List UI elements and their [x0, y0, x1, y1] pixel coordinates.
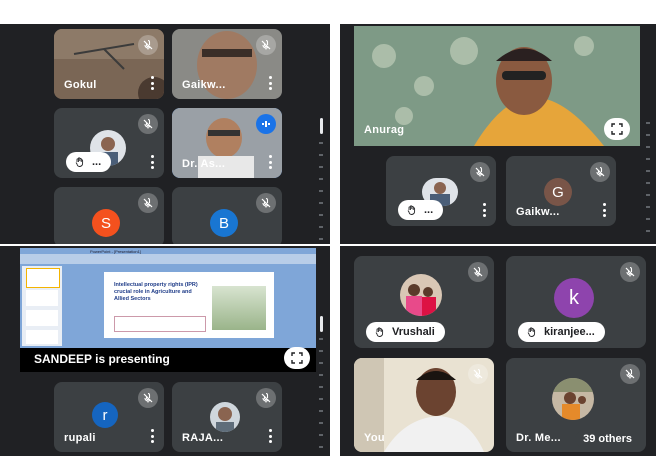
others-count-badge[interactable]: 39 others: [575, 431, 640, 447]
participant-tile-gaikw[interactable]: G Gaikw...: [506, 156, 616, 226]
participant-tile-gaikw[interactable]: Gaikw...: [172, 29, 282, 99]
participant-name: RAJA...: [182, 432, 224, 444]
participant-name: ...: [424, 204, 434, 216]
slide-image: [212, 286, 266, 330]
hand-icon: [75, 157, 84, 167]
participant-name: kiranjee...: [544, 326, 595, 338]
mic-off-icon: [256, 388, 276, 408]
avatar: B: [210, 209, 238, 237]
participant-tile-anurag[interactable]: Anurag: [354, 26, 640, 146]
presenting-label: SANDEEP is presenting: [34, 352, 170, 366]
mic-off-icon: [468, 364, 488, 384]
mic-off-icon: [468, 262, 488, 282]
scroll-track: [646, 122, 650, 234]
participant-tile-s[interactable]: S: [54, 187, 164, 244]
avatar: [552, 378, 594, 420]
grid-top-right: Anurag ... G Gaikw...: [340, 24, 656, 244]
participant-name: Dr. Me...: [516, 432, 561, 444]
slide-thumbnail: [26, 310, 58, 326]
more-options-icon[interactable]: [150, 429, 154, 443]
avatar: r: [92, 402, 118, 428]
slide-thumbnail: [26, 290, 58, 306]
avatar: G: [544, 178, 572, 206]
more-options-icon[interactable]: [150, 155, 154, 169]
raised-hand-badge: kiranjee...: [518, 322, 605, 342]
mic-off-icon: [620, 262, 640, 282]
participant-name: Gokul: [64, 79, 97, 91]
slide-thumbnail: [26, 330, 58, 344]
mic-off-icon: [138, 388, 158, 408]
fullscreen-icon[interactable]: [284, 347, 310, 369]
mic-off-icon: [138, 193, 158, 213]
mic-off-icon: [256, 193, 276, 213]
grid-bottom-right: Vrushali k kiranjee... You Dr. Me... 39 …: [340, 246, 656, 456]
more-options-icon[interactable]: [268, 76, 272, 90]
participant-tile-vrushali[interactable]: Vrushali: [354, 256, 494, 348]
hand-icon: [527, 327, 536, 337]
avatar: k: [554, 278, 594, 318]
participant-tile-gokul[interactable]: Gokul: [54, 29, 164, 99]
participant-name: Anurag: [364, 124, 405, 136]
grid-bottom-left: PowerPoint - [Presentation1] Intellectua…: [0, 246, 330, 456]
mic-off-icon: [256, 35, 276, 55]
grid-top-left: Gokul Gaikw... ... Dr. As... S B: [0, 24, 330, 244]
participant-tile-raja[interactable]: RAJA...: [172, 382, 282, 452]
participant-name: You: [364, 432, 385, 444]
participant-name: Gaikw...: [182, 79, 226, 91]
participant-name: Dr. As...: [182, 158, 226, 170]
scroll-track: [319, 142, 323, 240]
ribbon: [20, 254, 316, 264]
mic-off-icon: [470, 162, 490, 182]
scrollbar[interactable]: [320, 316, 323, 332]
screen-share-tile[interactable]: PowerPoint - [Presentation1] Intellectua…: [20, 248, 316, 372]
participant-tile-rupali[interactable]: r rupali: [54, 382, 164, 452]
raised-hand-badge: ...: [66, 152, 112, 172]
speaking-indicator-icon: [256, 114, 276, 134]
participant-tile-others[interactable]: Dr. Me... 39 others: [506, 358, 646, 452]
slide-thumbnail: [26, 268, 60, 288]
scroll-track: [319, 338, 323, 448]
mic-off-icon: [138, 114, 158, 134]
mic-off-icon: [620, 364, 640, 384]
participant-name: Vrushali: [392, 326, 435, 338]
more-options-icon[interactable]: [150, 76, 154, 90]
raised-hand-badge: Vrushali: [366, 322, 445, 342]
more-options-icon[interactable]: [268, 155, 272, 169]
hand-icon: [407, 205, 416, 215]
hand-icon: [375, 327, 384, 337]
slide-canvas: Intellectual property rights (IPR) cruci…: [104, 272, 274, 338]
raised-hand-badge: ...: [398, 200, 444, 220]
participant-tile-b[interactable]: B: [172, 187, 282, 244]
participant-name: ...: [92, 156, 102, 168]
participant-tile-kiranjee[interactable]: k kiranjee...: [506, 256, 646, 348]
participant-tile-hand[interactable]: ...: [54, 108, 164, 178]
avatar: [400, 274, 442, 316]
presentation-window: PowerPoint - [Presentation1] Intellectua…: [20, 248, 316, 348]
participant-tile-you[interactable]: You: [354, 358, 494, 452]
participant-tile-dr-as[interactable]: Dr. As...: [172, 108, 282, 178]
more-options-icon[interactable]: [268, 429, 272, 443]
slide-table: [114, 316, 206, 332]
expand-icon[interactable]: [604, 118, 630, 140]
participant-tile-hand[interactable]: ...: [386, 156, 496, 226]
mic-off-icon: [138, 35, 158, 55]
avatar: [210, 402, 240, 432]
scrollbar[interactable]: [320, 118, 323, 134]
participant-name: rupali: [64, 432, 96, 444]
avatar: S: [92, 209, 120, 237]
more-options-icon[interactable]: [482, 203, 486, 217]
mic-off-icon: [590, 162, 610, 182]
slide-title: Intellectual property rights (IPR) cruci…: [114, 282, 198, 302]
participant-name: Gaikw...: [516, 206, 560, 218]
more-options-icon[interactable]: [602, 203, 606, 217]
